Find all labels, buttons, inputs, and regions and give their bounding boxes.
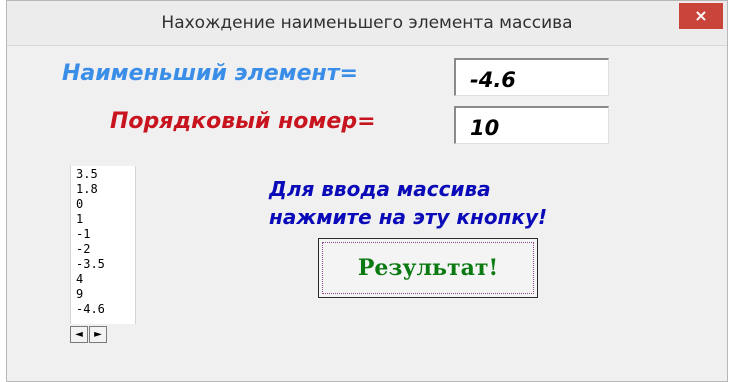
list-item[interactable]: -4.6 (76, 303, 105, 316)
list-item[interactable]: 1.8 (76, 183, 98, 196)
index-value-field[interactable]: 10 (454, 106, 609, 144)
window-title: Нахождение наименьшего элемента массива (161, 13, 573, 33)
instruction-line-2: нажмите на эту кнопку! (269, 205, 548, 229)
list-item[interactable]: -3.5 (76, 258, 105, 271)
index-label: Порядковый номер= (110, 109, 376, 134)
list-item[interactable]: 3.5 (76, 168, 98, 181)
listbox-items[interactable]: 3.5 1.8 0 1 -1 -2 -3.5 4 9 -4.6 (70, 166, 136, 324)
horizontal-scrollbar[interactable]: ◄ ► (70, 326, 134, 344)
close-button[interactable]: × (679, 3, 723, 29)
title-bar: Нахождение наименьшего элемента массива … (7, 1, 727, 46)
min-value-field[interactable]: -4.6 (454, 58, 609, 96)
list-item[interactable]: -1 (76, 228, 90, 241)
array-listbox[interactable]: 3.5 1.8 0 1 -1 -2 -3.5 4 9 -4.6 ◄ ► (64, 163, 142, 348)
list-item[interactable]: -2 (76, 243, 90, 256)
list-item[interactable]: 4 (76, 273, 83, 286)
instruction-line-1: Для ввода массива (269, 177, 491, 201)
close-icon: × (694, 6, 708, 25)
list-item[interactable]: 9 (76, 288, 83, 301)
list-item[interactable]: 1 (76, 213, 83, 226)
result-button-label: Результат! (322, 242, 534, 294)
scroll-right-icon[interactable]: ► (89, 326, 107, 343)
scroll-left-icon[interactable]: ◄ (70, 326, 88, 343)
min-element-label: Наименьший элемент= (62, 61, 358, 86)
app-window: Нахождение наименьшего элемента массива … (6, 0, 728, 382)
list-item[interactable]: 0 (76, 198, 83, 211)
result-button[interactable]: Результат! (318, 238, 538, 298)
